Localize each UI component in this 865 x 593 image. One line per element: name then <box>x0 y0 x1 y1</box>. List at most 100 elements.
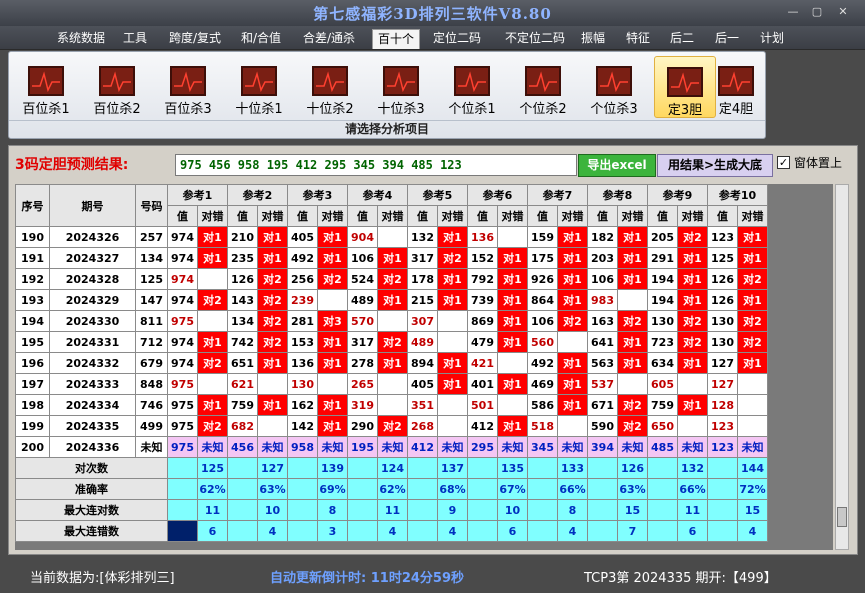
stats-value: 67% <box>497 478 528 500</box>
table-row[interactable]: 197 2024333 848 975 621 130 265 405 对1 401 对1 469 对1… <box>15 373 768 395</box>
row-period: 2024329 <box>49 289 136 311</box>
row-number: 125 <box>135 268 168 290</box>
ref-judge: 对2 <box>257 310 288 332</box>
ref-judge <box>437 415 468 437</box>
stats-blank <box>527 478 558 500</box>
chart-icon <box>383 66 419 96</box>
menu-item[interactable]: 百十个 <box>372 29 421 49</box>
export-excel-button[interactable]: 导出excel <box>578 154 656 177</box>
ref-judge <box>617 373 648 395</box>
ref-judge <box>557 415 588 437</box>
ref-judge: 对1 <box>497 289 528 311</box>
menu-item[interactable]: 合差/通杀 <box>298 29 360 49</box>
ref-judge <box>497 226 528 248</box>
stats-value: 4 <box>257 520 288 542</box>
ref-judge: 对1 <box>557 373 588 395</box>
stats-blank <box>707 457 738 479</box>
row-seq: 197 <box>15 373 50 395</box>
ref-judge: 对1 <box>317 394 348 416</box>
close-button[interactable]: ✕ <box>832 4 854 20</box>
ref-value: 126 <box>227 268 258 290</box>
menu-item[interactable]: 定位二码 <box>428 29 486 49</box>
stats-blank <box>287 478 318 500</box>
vertical-scrollbar[interactable] <box>835 184 849 550</box>
ref-judge: 对1 <box>197 394 228 416</box>
ref-value: 405 <box>287 226 318 248</box>
ref-judge: 对1 <box>677 247 708 269</box>
menu-item[interactable]: 振幅 <box>576 29 610 49</box>
ribbon-button[interactable]: 十位杀1 <box>228 56 290 118</box>
menu-item[interactable]: 工具 <box>118 29 152 49</box>
menu-item[interactable]: 后二 <box>665 29 699 49</box>
stats-blank <box>647 478 678 500</box>
table-row[interactable]: 195 2024331 712 974 对1 742 对2 153 对1 317 对2 489 479 对… <box>15 331 768 353</box>
stats-value: 4 <box>377 520 408 542</box>
ref-value: 130 <box>707 310 738 332</box>
ribbon-button[interactable]: 个位杀3 <box>583 56 645 118</box>
row-period: 2024330 <box>49 310 136 332</box>
stay-on-top-checkbox[interactable]: ✓ <box>777 156 790 169</box>
ribbon-button-label: 十位杀3 <box>377 102 425 117</box>
ribbon-button[interactable]: 个位杀2 <box>512 56 574 118</box>
menu-item[interactable]: 不定位二码 <box>500 29 570 49</box>
minimize-button[interactable]: — <box>782 4 804 20</box>
menu-item[interactable]: 计划 <box>755 29 789 49</box>
ribbon-button[interactable]: 十位杀2 <box>299 56 361 118</box>
ref-judge: 未知 <box>257 436 288 458</box>
table-row-pending[interactable]: 200 2024336 未知 975 未知 456 未知 958 未知 195 未知 412 未知 295… <box>15 436 768 458</box>
ref-value: 723 <box>647 331 678 353</box>
table-row[interactable]: 196 2024332 679 974 对2 651 对1 136 对1 278 对1 894 对1 42… <box>15 352 768 374</box>
ref-value: 130 <box>287 373 318 395</box>
menu-item[interactable]: 特征 <box>621 29 655 49</box>
ref-judge: 对1 <box>737 226 768 248</box>
ref-judge: 未知 <box>737 436 768 458</box>
chart-icon <box>28 66 64 96</box>
stats-value: 135 <box>497 457 528 479</box>
ribbon-button[interactable]: 定3胆 <box>654 56 716 118</box>
generate-base-button[interactable]: 用结果>生成大底 <box>657 154 773 177</box>
ref-judge: 对1 <box>317 247 348 269</box>
stats-value: 10 <box>497 499 528 521</box>
menu-item[interactable]: 和/合值 <box>236 29 286 49</box>
menu-item[interactable]: 跨度/复式 <box>164 29 226 49</box>
chart-icon <box>170 66 206 96</box>
table-row[interactable]: 198 2024334 746 975 对1 759 对1 162 对1 319 351 501 586… <box>15 394 768 416</box>
prediction-result-field[interactable]: 975 456 958 195 412 295 345 394 485 123 <box>175 154 577 176</box>
menu-item[interactable]: 系统数据 <box>52 29 110 49</box>
table-row[interactable]: 199 2024335 499 975 对2 682 142 对1 290 对2 268 412 对1 5… <box>15 415 768 437</box>
ribbon-button[interactable]: 十位杀3 <box>370 56 432 118</box>
ribbon-button-label: 十位杀1 <box>235 102 283 117</box>
ribbon-button[interactable]: 定4胆 <box>711 56 761 118</box>
chart-icon <box>241 66 277 96</box>
ref-value: 401 <box>467 373 498 395</box>
row-seq: 193 <box>15 289 50 311</box>
stats-value: 62% <box>377 478 408 500</box>
ref-judge: 对1 <box>437 373 468 395</box>
ref-judge <box>617 289 648 311</box>
results-grid: 序号 期号 号码 参考1 参考2 参考3 参考4 参考5 参考6 参考7 参考8 参考9 参考10 值对错… <box>15 184 833 550</box>
ref-judge: 对1 <box>557 268 588 290</box>
table-row[interactable]: 194 2024330 811 975 134 对2 281 对3 570 307 869 对1 106… <box>15 310 768 332</box>
ref-value: 163 <box>587 310 618 332</box>
ref-judge: 对1 <box>677 394 708 416</box>
ref-judge: 对1 <box>677 289 708 311</box>
ref-judge: 对1 <box>317 415 348 437</box>
ribbon-button[interactable]: 个位杀1 <box>441 56 503 118</box>
value-header: 值 <box>467 205 498 227</box>
ref-value: 974 <box>167 226 198 248</box>
title-bar: 第七感福彩3D排列三软件V8.80 — ▢ ✕ <box>0 0 865 26</box>
stats-value: 68% <box>437 478 468 500</box>
ribbon-button[interactable]: 百位杀3 <box>157 56 219 118</box>
table-row[interactable]: 191 2024327 134 974 对1 235 对1 492 对1 106 对1 317 对2 15… <box>15 247 768 269</box>
stats-value: 139 <box>317 457 348 479</box>
table-row[interactable]: 193 2024329 147 974 对2 143 对2 239 489 对1 215 对1 739 对… <box>15 289 768 311</box>
ref-value: 974 <box>167 352 198 374</box>
scrollbar-thumb[interactable] <box>837 507 847 527</box>
ref-judge: 对2 <box>557 310 588 332</box>
ribbon-button[interactable]: 百位杀1 <box>15 56 77 118</box>
ribbon-button[interactable]: 百位杀2 <box>86 56 148 118</box>
table-row[interactable]: 192 2024328 125 974 126 对2 256 对2 524 对2 178 对1 792 对… <box>15 268 768 290</box>
maximize-button[interactable]: ▢ <box>806 4 828 20</box>
table-row[interactable]: 190 2024326 257 974 对1 210 对1 405 对1 904 132 对1 136 1… <box>15 226 768 248</box>
menu-item[interactable]: 后一 <box>710 29 744 49</box>
